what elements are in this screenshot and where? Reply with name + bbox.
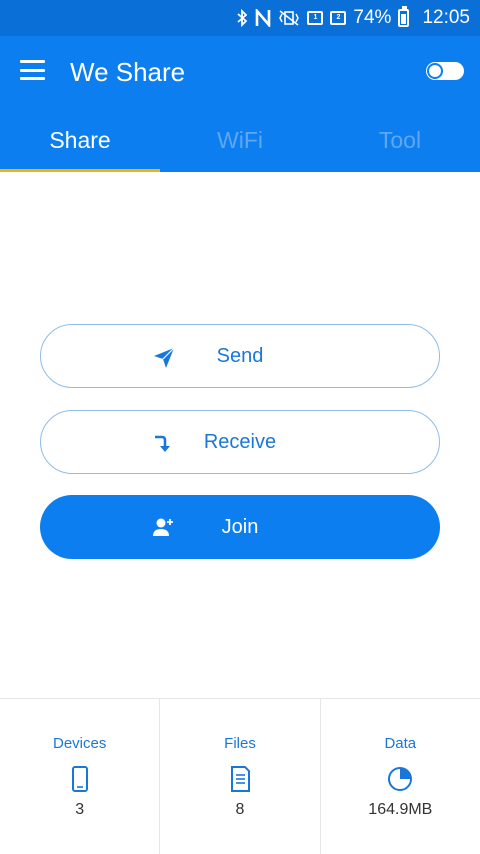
stat-devices: Devices 3: [0, 699, 159, 854]
tab-share[interactable]: Share: [0, 108, 160, 172]
stats-panel: Devices 3 Files 8 Data 164.9MB: [0, 698, 480, 854]
hamburger-menu-icon[interactable]: [20, 60, 45, 80]
join-label: Join: [221, 515, 259, 538]
add-user-icon: [150, 515, 176, 541]
stat-data-value: 164.9MB: [368, 801, 433, 818]
phone-icon: [67, 765, 93, 793]
tab-wifi-label: WiFi: [217, 126, 263, 153]
receive-icon: [151, 431, 177, 457]
send-icon: [151, 345, 177, 371]
battery-percent: 74%: [353, 7, 392, 28]
sim1-icon: 1: [307, 8, 324, 28]
pie-chart-icon: [387, 765, 413, 793]
toggle-switch-icon[interactable]: [426, 62, 464, 80]
stat-devices-label: Devices: [52, 735, 107, 752]
bluetooth-icon: [236, 8, 248, 28]
stat-files: Files 8: [159, 699, 319, 854]
status-bar: 1 2 74% 12:05: [0, 0, 480, 36]
app-bar: We Share: [0, 36, 480, 108]
send-label: Send: [216, 344, 264, 367]
stat-data-label: Data: [384, 735, 417, 752]
tab-tool-label: Tool: [378, 126, 422, 153]
join-button[interactable]: Join: [40, 495, 440, 559]
document-icon: [227, 765, 253, 793]
tab-tool[interactable]: Tool: [320, 108, 480, 172]
tab-indicator: [0, 169, 160, 172]
tab-bar: Share WiFi Tool: [0, 108, 480, 172]
receive-button[interactable]: Receive: [40, 410, 440, 474]
send-button[interactable]: Send: [40, 324, 440, 388]
battery-icon: [398, 6, 410, 28]
clock: 12:05: [422, 7, 470, 28]
stat-devices-value: 3: [75, 801, 85, 818]
nfc-icon: [255, 8, 271, 28]
vibrate-icon: [278, 8, 300, 28]
tab-share-label: Share: [49, 126, 111, 153]
toggle-knob: [427, 63, 443, 79]
stat-files-label: Files: [224, 735, 256, 752]
tab-wifi[interactable]: WiFi: [160, 108, 320, 172]
receive-label: Receive: [203, 430, 277, 453]
stat-data: Data 164.9MB: [319, 699, 480, 854]
app-title: We Share: [70, 57, 186, 87]
sim2-icon: 2: [330, 8, 347, 28]
stat-files-value: 8: [235, 801, 245, 818]
